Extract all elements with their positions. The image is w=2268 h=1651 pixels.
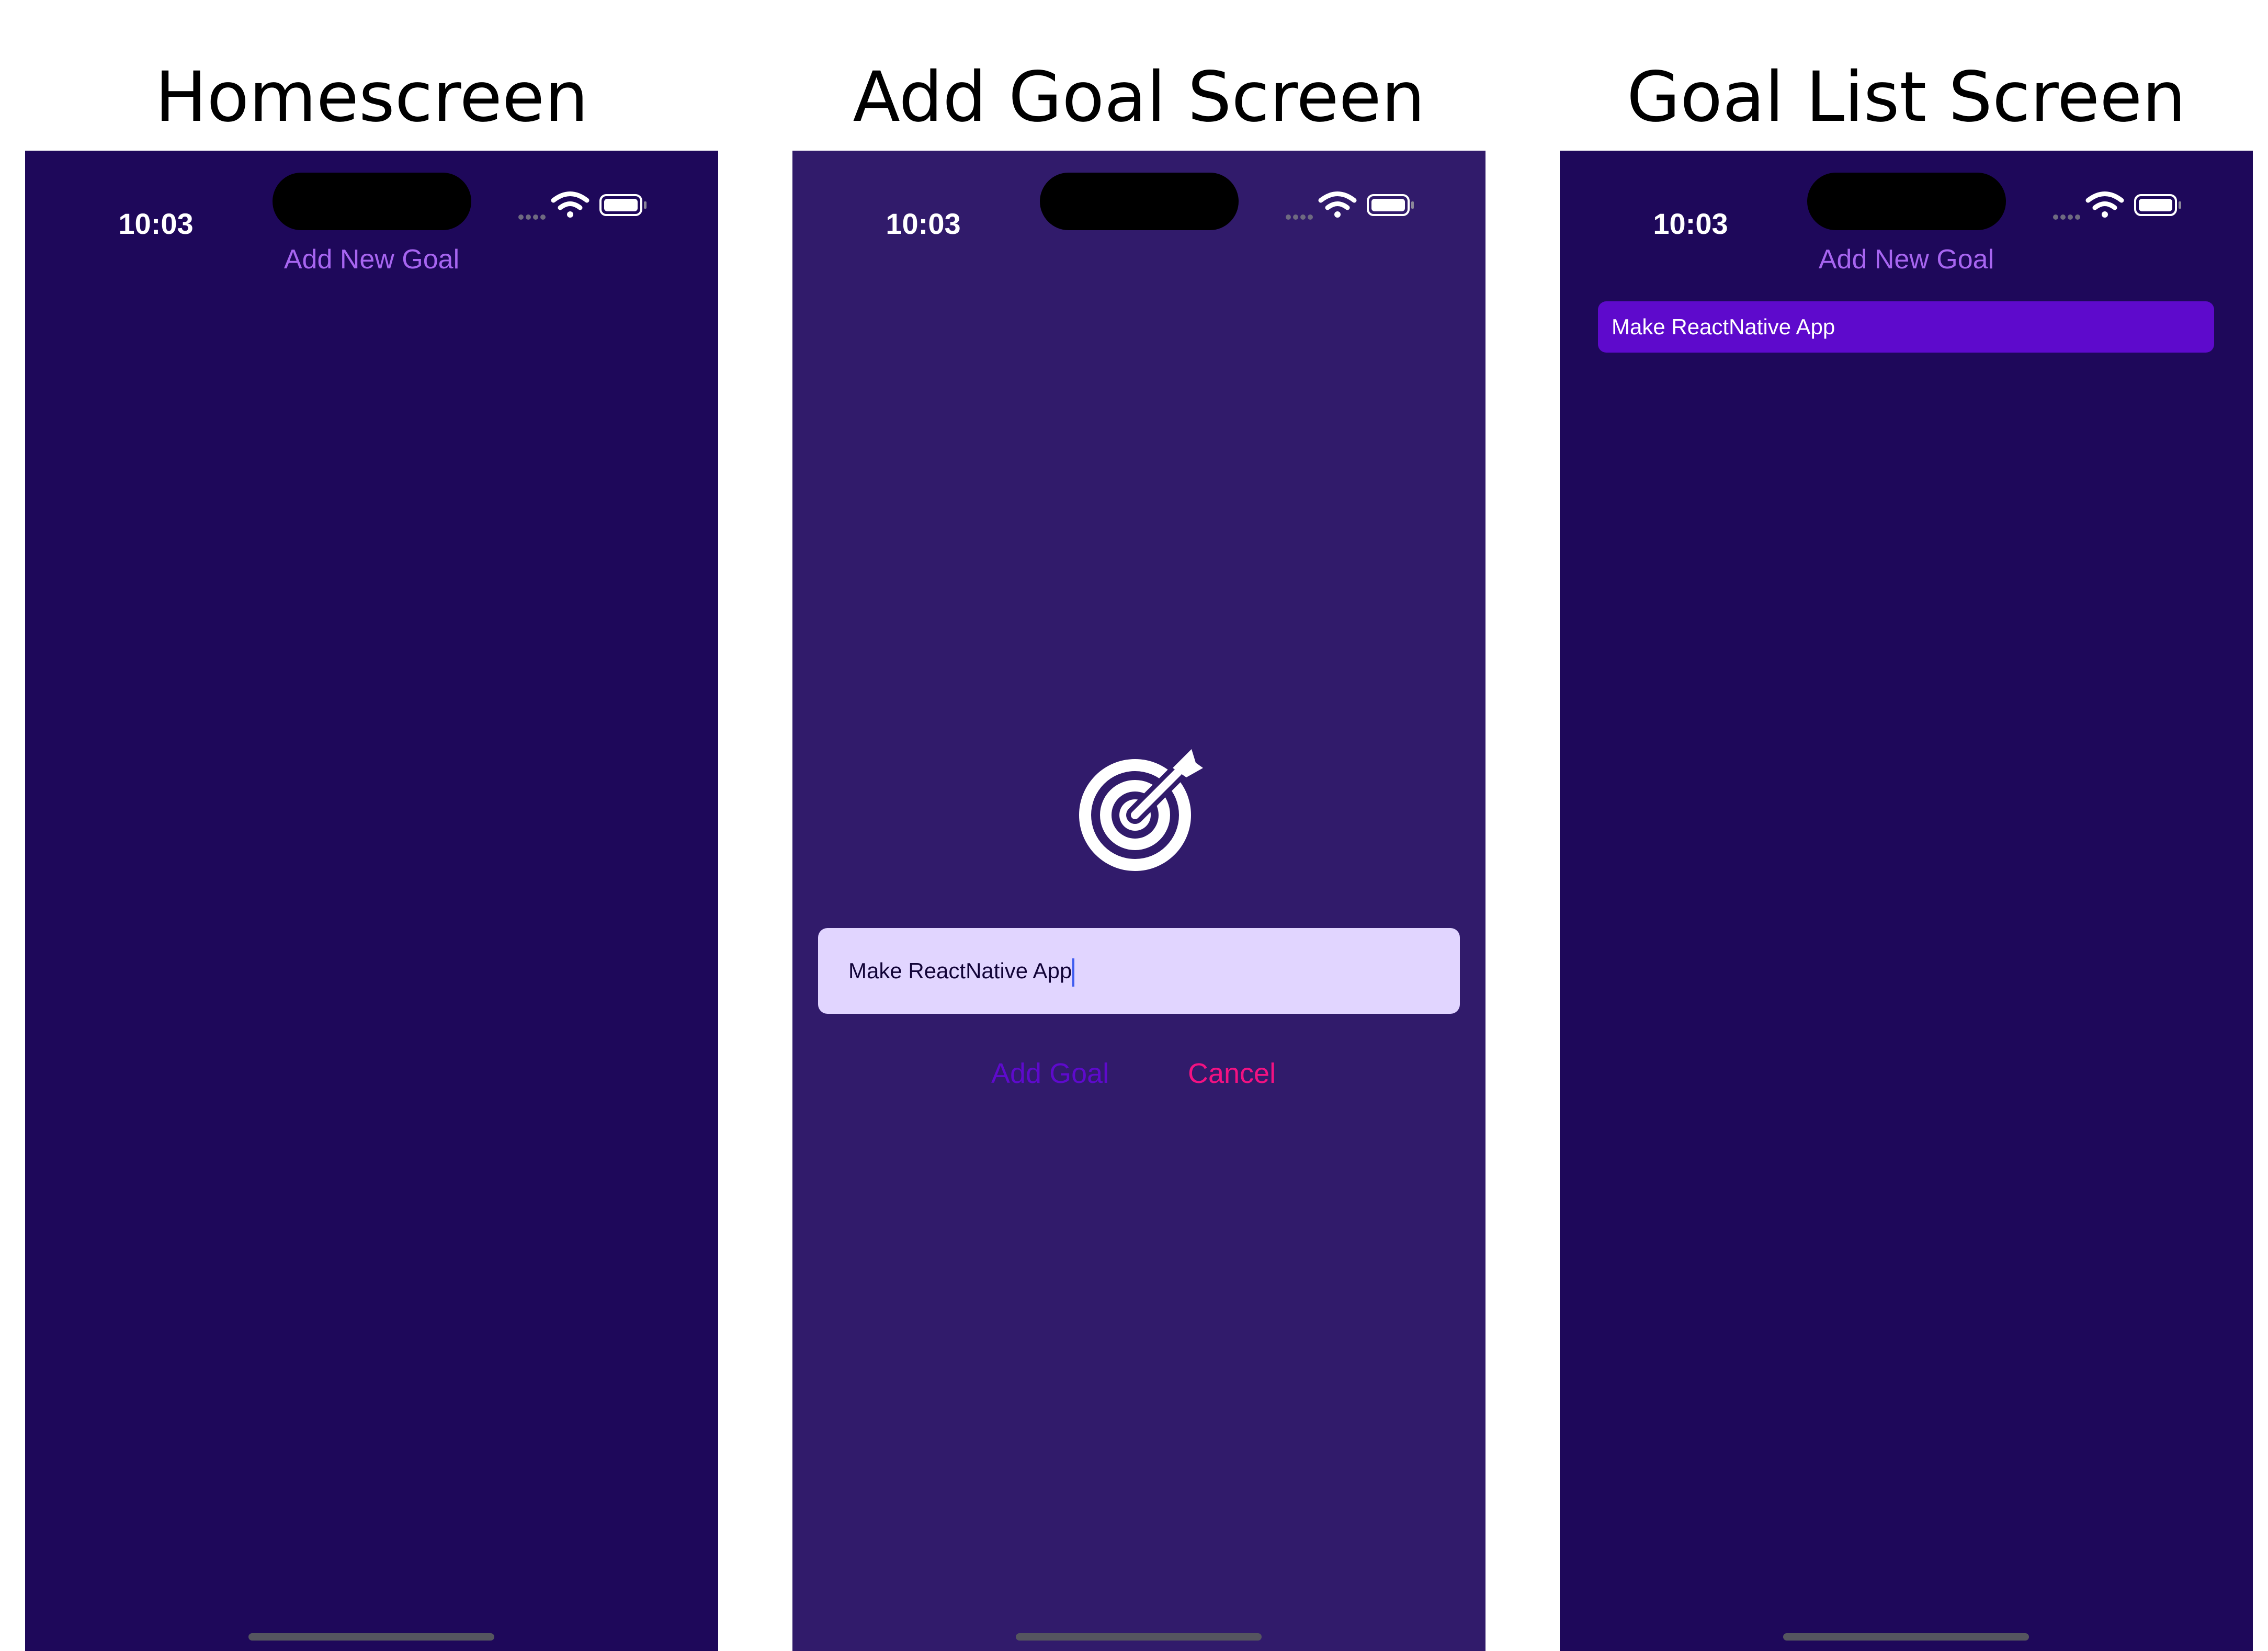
goal-list-item[interactable]: Make ReactNative App — [1598, 301, 2214, 353]
add-new-goal-button[interactable]: Add New Goal — [25, 239, 718, 280]
dynamic-island — [1040, 173, 1239, 230]
wifi-icon — [2085, 191, 2124, 218]
home-indicator[interactable] — [1783, 1633, 2029, 1641]
battery-icon — [2134, 194, 2181, 216]
panel-title-add-goal: Add Goal Screen — [853, 57, 1425, 138]
cellular-dots-icon — [518, 214, 546, 220]
goal-input-value: Make ReactNative App — [848, 958, 1072, 983]
cellular-dots-icon — [2053, 214, 2080, 220]
goal-input[interactable]: Make ReactNative App — [818, 928, 1460, 1014]
cancel-button[interactable]: Cancel — [1188, 1053, 1276, 1094]
goal-list-panel: Goal List Screen 10:03 Add New Goal Make… — [1560, 0, 2253, 1651]
battery-icon — [1367, 194, 1414, 216]
text-cursor — [1072, 958, 1075, 987]
goal-list-phone: 10:03 Add New Goal Make ReactNative App — [1560, 151, 2253, 1651]
dynamic-island — [273, 173, 471, 230]
wifi-icon — [551, 191, 589, 218]
wifi-icon — [1318, 191, 1357, 218]
status-icons — [1286, 191, 1414, 220]
panel-title-homescreen: Homescreen — [155, 57, 588, 138]
status-icons — [518, 191, 647, 220]
status-time: 10:03 — [886, 207, 961, 240]
homescreen-panel: Homescreen 10:03 Add New Goal — [25, 0, 718, 1651]
home-indicator[interactable] — [248, 1633, 494, 1641]
dynamic-island — [1807, 173, 2006, 230]
add-goal-button[interactable]: Add Goal — [991, 1053, 1109, 1094]
add-new-goal-button[interactable]: Add New Goal — [1560, 239, 2253, 280]
add-goal-panel: Add Goal Screen 10:03 Make ReactNative A… — [792, 0, 1485, 1651]
add-goal-phone: 10:03 Make ReactNative App Add Goal Canc… — [792, 151, 1485, 1651]
battery-icon — [599, 194, 647, 216]
status-icons — [2053, 191, 2181, 220]
target-arrow-icon — [1079, 749, 1203, 871]
cellular-dots-icon — [1286, 214, 1313, 220]
homescreen-phone: 10:03 Add New Goal — [25, 151, 718, 1651]
panel-title-goal-list: Goal List Screen — [1626, 57, 2186, 138]
home-indicator[interactable] — [1016, 1633, 1262, 1641]
